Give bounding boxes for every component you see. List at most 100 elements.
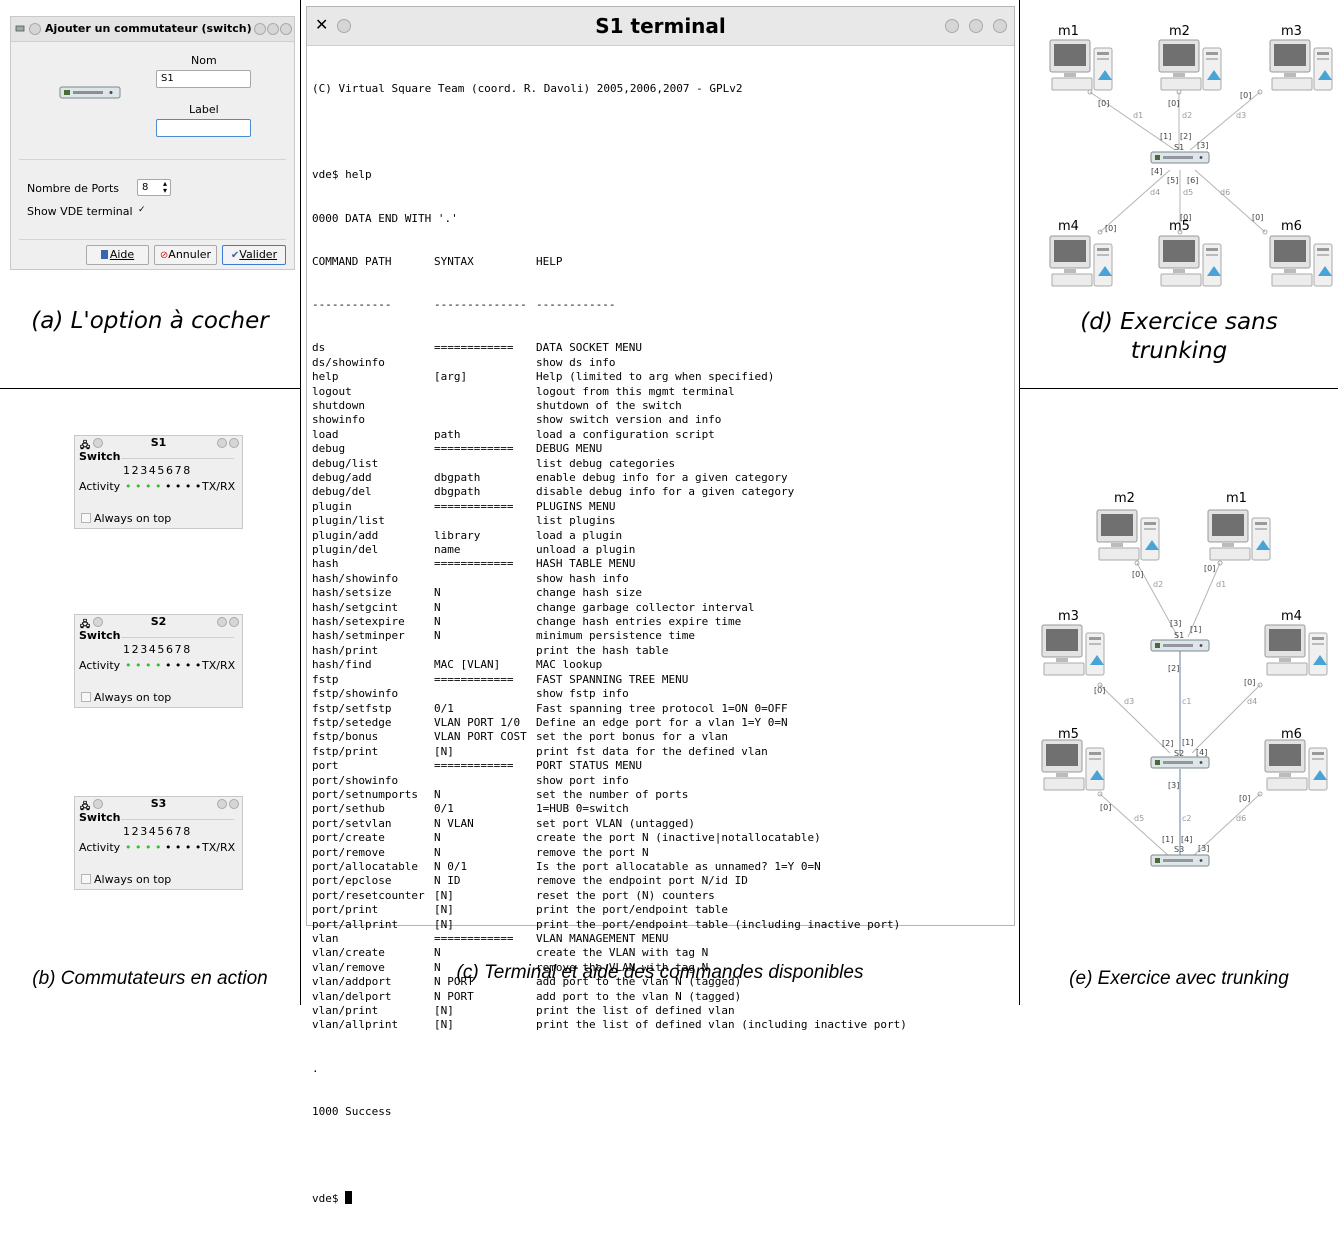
command-row: hash/setminper Nminimum persistence time <box>312 629 907 643</box>
command-syntax: MAC [VLAN] <box>434 658 501 672</box>
command-help: print fst data for the defined vlan <box>536 744 768 758</box>
ports-value: 8 <box>142 182 149 193</box>
command-row: vlan/delport N PORT add port to the vlan N… <box>312 990 907 1004</box>
command-help: 1=HUB 0=switch <box>536 802 629 816</box>
label-m3: m3 <box>1281 24 1302 39</box>
activity-leds: • • • • • • • • <box>125 841 202 854</box>
dialog-separator-2 <box>19 239 286 240</box>
minimize-icon[interactable] <box>217 799 227 809</box>
minimize-icon[interactable] <box>945 19 959 33</box>
nom-field[interactable]: S1 <box>156 70 251 88</box>
activity-label: Activity <box>79 659 121 672</box>
close-icon[interactable] <box>993 19 1007 33</box>
label-m2: m2 <box>1169 24 1190 39</box>
command-path: logout <box>312 384 352 398</box>
maximize-icon[interactable] <box>969 19 983 33</box>
always-on-top-label: Always on top <box>94 873 172 886</box>
command-path: debug <box>312 442 346 456</box>
prompt-line[interactable]: vde$ <box>312 1191 907 1205</box>
port-label: [4] <box>1196 748 1207 757</box>
aide-button[interactable]: Aide <box>86 245 149 265</box>
valider-button[interactable]: ✔Valider <box>222 245 286 265</box>
command-path: fstp/showinfo <box>312 687 399 701</box>
maximize-icon[interactable] <box>267 23 279 35</box>
link-d1: d1 <box>1216 580 1226 589</box>
command-path: ds <box>312 341 326 355</box>
terminal-titlebar: ✕ S1 terminal <box>307 7 1014 46</box>
checkbox-box[interactable] <box>81 513 91 523</box>
port-label: [0] <box>1168 99 1179 108</box>
command-syntax: [N] <box>434 903 454 917</box>
port-label: [3] <box>1170 619 1181 628</box>
activity-label: Activity <box>79 480 121 493</box>
port-label: [3] <box>1198 844 1209 853</box>
menu-circle-icon[interactable] <box>29 23 41 35</box>
command-path: plugin/del <box>312 543 379 557</box>
command-path: vlan/print <box>312 1004 379 1018</box>
command-row: hash/setgcint Nchange garbage collector i… <box>312 601 907 615</box>
minimize-icon[interactable] <box>254 23 266 35</box>
port-label: [1] <box>1182 738 1193 747</box>
command-help: FAST SPANNING TREE MENU <box>536 672 689 686</box>
diagram-with-trunking: m2 m1 m3 m4 m5 m6 d2 d1 d3 d4 c1 d5 d6 c… <box>1041 491 1328 867</box>
command-row: plugin/del name unload a plugin <box>312 543 907 557</box>
data-end-line: 0000 DATA END WITH '.' <box>312 211 458 225</box>
annuler-button[interactable]: ⊘Annuler <box>154 245 217 265</box>
show-terminal-checkbox[interactable]: ✓ <box>138 205 146 215</box>
label-m2: m2 <box>1114 491 1135 506</box>
success-line: 1000 Success <box>312 1104 392 1118</box>
link-d5: d5 <box>1134 814 1144 823</box>
port-label: [0] <box>1240 91 1251 100</box>
close-icon[interactable] <box>229 617 239 627</box>
close-icon[interactable] <box>229 799 239 809</box>
switch-app-icon <box>15 23 25 33</box>
computer-m1-icon <box>1049 39 1113 91</box>
port-numbers: 12345678 <box>123 643 192 656</box>
always-on-top-checkbox[interactable]: Always on top <box>81 873 171 886</box>
always-on-top-checkbox[interactable]: Always on top <box>81 691 171 704</box>
dialog-separator <box>19 159 286 160</box>
command-help: DEBUG MENU <box>536 442 603 456</box>
command-help: create the VLAN with tag N <box>536 946 709 960</box>
minimize-icon[interactable] <box>217 438 227 448</box>
command-help: change garbage collector interval <box>536 600 755 614</box>
always-on-top-checkbox[interactable]: Always on top <box>81 512 171 525</box>
command-row: hash/print print the hash table <box>312 644 907 658</box>
command-row: help [arg] Help (limited to arg when speci… <box>312 370 907 384</box>
spin-arrows-icon[interactable]: ▴ ▾ <box>163 180 167 195</box>
command-path: fstp <box>312 672 339 686</box>
command-syntax: N VLAN <box>434 816 474 830</box>
caption-c: (c) Terminal et aide des commandes dispo… <box>456 962 864 983</box>
computer-m4-icon <box>1264 624 1328 676</box>
command-help: remove the endpoint port N/id ID <box>536 874 748 888</box>
column-headers: COMMAND PATH SYNTAX HELP <box>312 254 563 268</box>
command-row: vlan/print [N] print the list of defined v… <box>312 1004 907 1018</box>
txrx-label: TX/RX <box>202 841 236 854</box>
checkbox-box[interactable] <box>81 692 91 702</box>
command-syntax: 0/1 <box>434 701 454 715</box>
port-label: [5] <box>1167 176 1178 185</box>
checkbox-box[interactable] <box>81 874 91 884</box>
command-row: ds ============ DATA SOCKET MENU <box>312 341 907 355</box>
label-m4: m4 <box>1058 219 1079 234</box>
command-path: fstp/print <box>312 744 379 758</box>
close-icon[interactable] <box>229 438 239 448</box>
command-syntax: VLAN PORT COST <box>434 730 527 744</box>
prompt-text: vde$ <box>312 1192 339 1206</box>
command-path: vlan/delport <box>312 989 392 1003</box>
command-table: ds ============ DATA SOCKET MENU ds/showinf… <box>312 341 907 1033</box>
command-syntax: N <box>434 845 441 859</box>
ports-spinbox[interactable]: 8 ▴ ▾ <box>137 179 171 196</box>
command-row: vlan/create Ncreate the VLAN with tag N <box>312 946 907 960</box>
label-field[interactable] <box>156 119 251 137</box>
annuler-label: Annuler <box>168 248 212 261</box>
minimize-icon[interactable] <box>217 617 227 627</box>
terminal-output[interactable]: (C) Virtual Square Team (coord. R. Davol… <box>312 53 907 1235</box>
command-syntax: dbgpath <box>434 471 481 484</box>
computer-m3-icon <box>1041 624 1105 676</box>
column-rules: ------------ -------------- ------------ <box>312 298 616 312</box>
command-help: show switch version and info <box>536 413 722 427</box>
command-row: plugin/add library load a plugin <box>312 529 907 543</box>
close-icon[interactable] <box>280 23 292 35</box>
